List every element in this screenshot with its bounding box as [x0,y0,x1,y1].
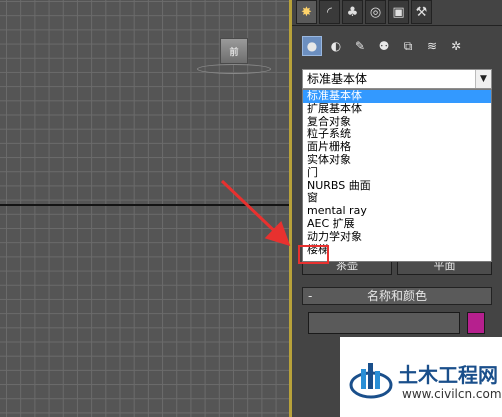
site-watermark: 土木工程网 www.civilcn.com [340,337,502,417]
watermark-logo-icon [349,363,393,399]
spacewarps-button[interactable]: ≋ [422,36,442,56]
helpers-icon: ⧉ [403,38,413,53]
name-and-color-header[interactable]: - 名称和颜色 [302,287,492,305]
shapes-icon: ◐ [330,39,342,53]
lights-button[interactable]: ✎ [350,36,370,56]
geometry-button[interactable]: ● [302,36,322,56]
rollout-collapse-toggle[interactable]: - [308,288,312,304]
tab-utilities[interactable]: ⚒ [411,0,432,24]
systems-button[interactable]: ✲ [446,36,466,56]
rollout-title: 名称和颜色 [366,289,427,303]
viewport-axis-line [0,204,292,206]
utilities-icon: ⚒ [415,4,428,20]
create-subcategory-bar: ● ◐ ✎ ⚉ ⧉ ≋ ✲ [302,36,466,56]
option-stairs[interactable]: 楼梯 [303,244,491,257]
option-patch-grids[interactable]: 面片栅格 [303,141,491,154]
systems-icon: ✲ [450,39,462,53]
category-select[interactable]: 标准基本体 ▼ [302,69,492,89]
chevron-down-icon[interactable]: ▼ [475,70,491,88]
cameras-icon: ⚉ [378,39,390,53]
perspective-viewport[interactable]: 前 [0,0,292,417]
object-name-field[interactable] [308,312,460,334]
create-icon: ✸ [301,4,312,20]
option-doors[interactable]: 门 [303,167,491,180]
modify-icon: ◜ [326,4,333,20]
watermark-url: www.civilcn.com [402,387,502,401]
display-icon: ▣ [392,4,405,20]
option-standard-primitives[interactable]: 标准基本体 [303,90,491,103]
option-windows[interactable]: 窗 [303,192,491,205]
tab-display[interactable]: ▣ [388,0,409,24]
tab-modify[interactable]: ◜ [319,0,340,24]
command-panel-tabs: ✸ ◜ ♣ ◎ ▣ ⚒ [296,0,432,26]
spacewarps-icon: ≋ [426,39,438,53]
lights-icon: ✎ [354,39,366,53]
tab-hierarchy[interactable]: ♣ [342,0,363,24]
watermark-title: 土木工程网 [398,363,498,387]
viewcube-face-label: 前 [229,47,239,58]
geometry-icon: ● [306,39,318,53]
cameras-button[interactable]: ⚉ [374,36,394,56]
hierarchy-icon: ♣ [346,4,359,20]
category-dropdown-list: 标准基本体 扩展基本体 复合对象 粒子系统 面片栅格 实体对象 门 NURBS … [302,89,492,262]
option-aec-extended[interactable]: AEC 扩展 [303,218,491,231]
option-compound-objects[interactable]: 复合对象 [303,116,491,129]
viewcube-compass-ring[interactable] [197,64,271,74]
object-color-swatch[interactable] [467,312,485,334]
viewcube[interactable]: 前 [220,38,248,64]
tab-motion[interactable]: ◎ [365,0,386,24]
option-extended-primitives[interactable]: 扩展基本体 [303,103,491,116]
option-solid-objects[interactable]: 实体对象 [303,154,491,167]
option-dynamics-objects[interactable]: 动力学对象 [303,231,491,244]
category-select-value: 标准基本体 [307,72,368,86]
name-and-color-rollout: - 名称和颜色 [302,287,492,342]
option-mental-ray[interactable]: mental ray [303,205,491,218]
motion-icon: ◎ [369,4,382,20]
helpers-button[interactable]: ⧉ [398,36,418,56]
tab-create[interactable]: ✸ [296,0,317,24]
option-nurbs-surfaces[interactable]: NURBS 曲面 [303,180,491,193]
stairs-highlight-box [298,245,329,264]
shapes-button[interactable]: ◐ [326,36,346,56]
option-particle-systems[interactable]: 粒子系统 [303,128,491,141]
